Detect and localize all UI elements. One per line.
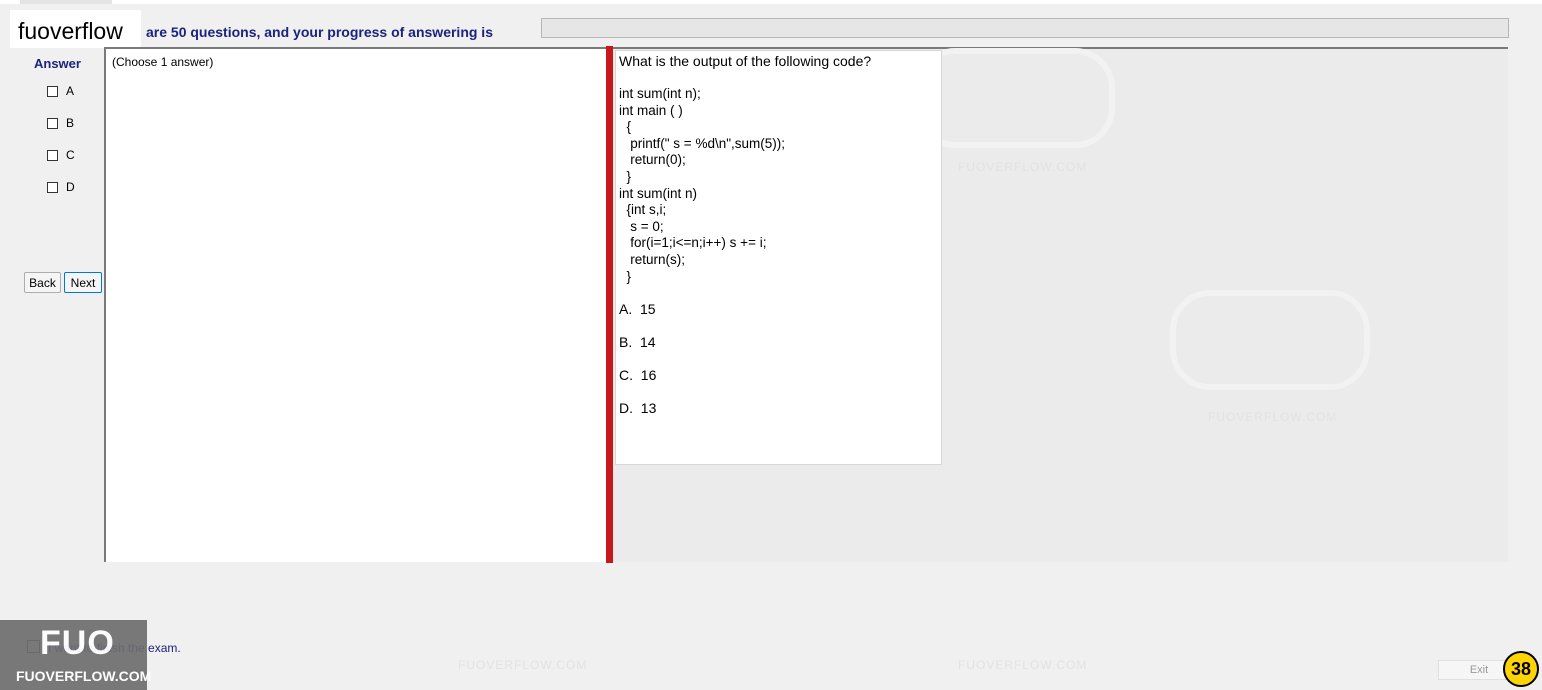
- option-label: C: [66, 148, 75, 162]
- checkbox[interactable]: [47, 149, 58, 161]
- answer-option-c[interactable]: C: [47, 148, 75, 162]
- page-badge: 38: [1503, 651, 1539, 687]
- choice-d: D. 13: [619, 400, 657, 416]
- answer-option-a[interactable]: A: [47, 84, 74, 98]
- progress-bar: [541, 18, 1509, 38]
- choice-b: B. 14: [619, 334, 656, 350]
- choose-instruction: (Choose 1 answer): [112, 55, 214, 69]
- back-button[interactable]: Back: [24, 272, 61, 293]
- watermark-text: FUOVERFLOW.COM: [958, 658, 1088, 672]
- answer-title: Answer: [34, 56, 81, 71]
- question-code: int sum(int n); int main ( ) { printf(" …: [619, 86, 786, 284]
- watermark-logo: [1170, 290, 1370, 390]
- question-prompt: What is the output of the following code…: [619, 53, 872, 69]
- watermark-text: FUOVERFLOW.COM: [1208, 410, 1338, 424]
- pane-splitter[interactable]: [606, 46, 613, 563]
- choice-a: A. 15: [619, 301, 656, 317]
- choice-c: C. 16: [619, 367, 657, 383]
- fuo-logo-big: FUO: [40, 624, 115, 662]
- answer-text-pane[interactable]: (Choose 1 answer): [104, 47, 607, 562]
- fuo-logo: FUO FUOVERFLOW.COM: [0, 620, 151, 690]
- watermark-text: FUOVERFLOW.COM: [958, 160, 1088, 174]
- checkbox[interactable]: [47, 117, 58, 129]
- answer-option-b[interactable]: B: [47, 116, 74, 130]
- option-label: D: [66, 180, 75, 194]
- fuo-logo-small: FUOVERFLOW.COM: [16, 668, 152, 684]
- question-box: What is the output of the following code…: [615, 50, 942, 465]
- option-label: B: [66, 116, 75, 130]
- option-label: A: [66, 84, 75, 98]
- progress-label: are 50 questions, and your progress of a…: [146, 24, 493, 40]
- checkbox[interactable]: [47, 85, 58, 97]
- watermark-logo: [915, 48, 1115, 148]
- next-button[interactable]: Next: [64, 272, 102, 293]
- watermark-text: FUOVERFLOW.COM: [458, 658, 588, 672]
- brand-text: fuoverflow: [18, 18, 123, 44]
- answer-option-d[interactable]: D: [47, 180, 75, 194]
- brand-watermark-box: fuoverflow: [10, 10, 141, 48]
- checkbox[interactable]: [47, 181, 58, 193]
